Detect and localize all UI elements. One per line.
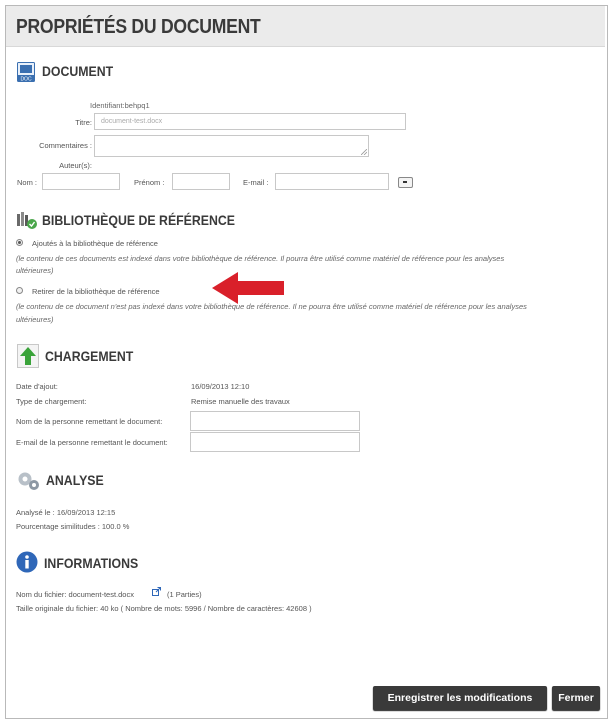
email-remettant-label: E-mail de la personne remettant le docum… [16,438,168,447]
identifiant-text: Identifiant:behpq1 [90,101,150,110]
upload-arrow-icon [17,344,39,368]
taille-text: Taille originale du fichier: 40 ko ( Nom… [16,604,312,613]
info-icon [16,551,38,573]
doc-icon: DOC [17,62,35,83]
nom-fichier-text: Nom du fichier: document-test.docx [16,590,134,599]
section-heading-chargement: CHARGEMENT [45,348,134,364]
pourcentage-text: Pourcentage similitudes : 100.0 % [16,522,130,531]
save-button[interactable]: Enregistrer les modifications [373,686,547,710]
section-heading-bibliotheque: BIBLIOTHÈQUE DE RÉFÉRENCE [42,212,236,228]
auteurs-label: Auteur(s): [59,161,92,170]
dialog-titlebar: PROPRIÉTÉS DU DOCUMENT [6,6,605,47]
titre-input[interactable]: document-test.docx [94,113,406,130]
auteur-email-input[interactable] [275,173,389,190]
section-heading-document: DOCUMENT [42,63,114,79]
radio-retirer[interactable] [16,287,23,294]
page-title: PROPRIÉTÉS DU DOCUMENT [16,16,261,38]
option2-label: Retirer de la bibliothèque de référence [32,287,160,296]
nom-remettant-input[interactable] [190,411,360,431]
parties-text: (1 Parties) [167,590,202,599]
external-link-icon[interactable] [152,587,161,596]
option1-label: Ajoutés à la bibliothèque de référence [32,239,158,248]
email-remettant-input[interactable] [190,432,360,452]
date-ajout-label: Date d'ajout: [16,382,58,391]
commentaires-label: Commentaires : [39,141,92,150]
analyse-date-text: Analysé le : 16/09/2013 12:15 [16,508,116,517]
add-author-button[interactable] [398,177,413,188]
nom-remettant-label: Nom de la personne remettant le document… [16,417,163,426]
prenom-label: Prénom : [134,178,165,187]
type-chargement-label: Type de chargement: [16,397,87,406]
section-heading-informations: INFORMATIONS [44,555,139,571]
titre-label: Titre: [75,118,92,127]
radio-ajoutes[interactable] [16,239,23,246]
close-button[interactable]: Fermer [552,686,600,710]
section-heading-analyse: ANALYSE [46,472,104,488]
annotation-arrow-icon [212,272,284,304]
gears-icon [16,470,42,492]
commentaires-textarea[interactable] [94,135,369,157]
svg-text:DOC: DOC [20,77,32,83]
date-ajout-value: 16/09/2013 12:10 [191,382,250,391]
resize-handle-icon[interactable] [361,149,367,155]
nom-label: Nom : [17,178,38,187]
option1-note-line1: (le contenu de ces documents est indexé … [16,254,505,263]
books-check-icon [16,210,38,230]
auteur-prenom-input[interactable] [172,173,230,190]
option1-note-line2: ultérieures) [16,266,54,275]
option2-note-line2: ultérieures) [16,315,54,324]
type-chargement-value: Remise manuelle des travaux [191,397,290,406]
auteur-nom-input[interactable] [42,173,120,190]
email-label: E-mail : [243,178,269,187]
plus-icon [403,181,407,183]
